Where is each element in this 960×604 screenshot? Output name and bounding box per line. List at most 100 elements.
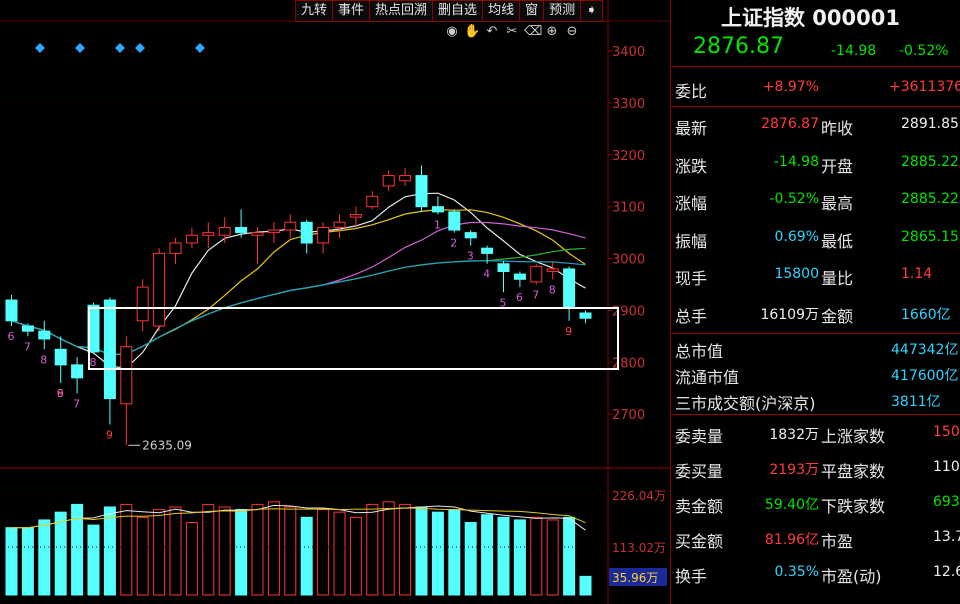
- y-tick-label: 3000: [612, 253, 645, 268]
- candle-body: [399, 175, 412, 182]
- volume-bar: [185, 522, 198, 596]
- y-tick-label: 3100: [612, 201, 645, 216]
- volume-tick-label: 226.04万: [612, 489, 666, 503]
- quote-value: -14.98: [773, 153, 819, 170]
- forecast-button[interactable]: 预测: [544, 1, 582, 21]
- candle-body: [202, 232, 215, 236]
- eye-icon[interactable]: ◉: [444, 24, 460, 40]
- candle-body: [251, 232, 264, 236]
- volume-bar: [448, 509, 461, 596]
- volume-bar: [399, 503, 412, 596]
- zoom-out-icon[interactable]: ⊖: [564, 24, 580, 40]
- volume-bar: [546, 519, 559, 596]
- index-title: 上证指数 000001: [721, 6, 900, 30]
- volume-bar: [530, 516, 543, 596]
- stats-value: 1503: [933, 424, 960, 440]
- candle-body: [366, 195, 379, 208]
- volume-bar: [333, 511, 346, 596]
- divider: [671, 106, 960, 107]
- quote-row: 涨幅 -0.52% 最高 2885.22: [671, 183, 960, 219]
- volume-bar: [21, 527, 34, 596]
- stats-label: 市盈: [821, 532, 854, 551]
- quote-label: 振幅: [675, 231, 708, 251]
- stats-value: 110: [933, 459, 960, 475]
- volume-bar: [38, 519, 51, 596]
- y-tick-label: 3200: [612, 149, 645, 164]
- candle-body: [71, 364, 84, 379]
- candle-body: [38, 330, 51, 340]
- quote-value: 2865.15: [901, 228, 959, 245]
- candle-body: [153, 252, 166, 327]
- volume-bar: [120, 503, 133, 596]
- candle-body: [415, 175, 428, 208]
- remove-watchlist-button[interactable]: 删自选: [433, 1, 484, 21]
- quote-panel: 上证指数 000001 2876.87 -14.98 -0.52% 委比 +8.…: [670, 0, 960, 604]
- stats-value: 1832万: [769, 427, 819, 443]
- tab-jiuzhuan[interactable]: 九转: [296, 1, 334, 21]
- pin-icon[interactable]: ➧: [581, 1, 602, 21]
- count-label: 2: [450, 237, 457, 250]
- quote-label: 总手: [675, 306, 708, 326]
- count-label: 6: [8, 330, 15, 343]
- quote-label: 涨幅: [675, 194, 708, 213]
- y-tick-label: 2900: [612, 304, 645, 319]
- tab-events[interactable]: 事件: [333, 1, 371, 21]
- stats-row: 买金额 81.96亿市盈 13.78: [671, 522, 960, 558]
- quote-row: 振幅 0.69% 最低 2865.15: [671, 221, 960, 257]
- candle-body: [563, 268, 576, 309]
- stats-value: 12.64: [933, 564, 960, 580]
- candle-body: [185, 234, 198, 244]
- hand-icon[interactable]: ✋: [464, 24, 480, 40]
- candle-body: [284, 221, 297, 231]
- volume-bar: [431, 511, 444, 596]
- y-tick-label: 3300: [612, 97, 645, 112]
- candle-body: [349, 213, 362, 218]
- last-price: 2876.87: [693, 34, 784, 59]
- chart-tools: ◉ ✋ ↶ ✂ ⌫ ⊕ ⊖: [444, 24, 580, 40]
- volume-bar: [218, 506, 231, 596]
- count-label: 7: [73, 397, 80, 410]
- market-label: 流通市值: [675, 368, 740, 387]
- candle-body: [218, 226, 231, 236]
- quote-value: 15800: [774, 266, 819, 282]
- webi-label: 委比: [675, 82, 708, 101]
- zoom-in-icon[interactable]: ⊕: [544, 24, 560, 40]
- chart-canvas[interactable]: 2700280029003000310032003300340067896789…: [0, 0, 670, 604]
- scissors-icon[interactable]: ✂: [504, 24, 520, 40]
- stats-value: 81.96亿: [764, 532, 819, 548]
- quote-value: 1660亿: [901, 306, 951, 323]
- kline-chart[interactable]: 2700 2800 2900 3000 3100 3200 3300 3400 6 7 8 9 6 7 8 9…: [0, 0, 670, 604]
- quote-value: 2885.22: [901, 191, 959, 207]
- volume-bar: [235, 509, 248, 596]
- market-row: 总市值 447342亿: [671, 336, 960, 362]
- market-label: 总市值: [675, 342, 724, 361]
- candle-body: [382, 175, 395, 187]
- price-change: -14.98: [831, 43, 877, 59]
- volume-bar: [153, 509, 166, 596]
- tab-hot-review[interactable]: 热点回溯: [370, 1, 434, 21]
- clear-icon[interactable]: ⌫: [524, 24, 542, 40]
- quote-value: 2876.87: [761, 116, 819, 132]
- undo-icon[interactable]: ↶: [484, 24, 500, 40]
- volume-bar: [464, 522, 477, 596]
- count-label: 3: [467, 250, 474, 263]
- candle-body: [448, 211, 461, 231]
- volume-bar: [300, 516, 313, 596]
- quote-value: 2891.85: [901, 116, 959, 132]
- volume-bar: [563, 516, 576, 596]
- market-value: 417600亿: [891, 368, 959, 384]
- candle-body: [513, 273, 526, 280]
- moving-average-button[interactable]: 均线: [483, 1, 521, 21]
- stats-label: 委卖量: [675, 427, 724, 446]
- count-label: 8: [90, 356, 97, 369]
- volume-bar: [267, 501, 280, 596]
- min-annotation: 2635.09: [142, 438, 192, 452]
- volume-bar: [317, 509, 330, 596]
- quote-value: 0.69%: [774, 228, 819, 245]
- candle-body: [169, 242, 182, 254]
- window-button[interactable]: 窗: [520, 1, 545, 21]
- quote-row: 涨跌 -14.98 开盘 2885.22: [671, 146, 960, 182]
- stats-row: 委买量 2193万 平盘家数 110: [671, 452, 960, 488]
- quote-label: 昨收: [821, 119, 854, 138]
- count-label: 8: [40, 353, 47, 366]
